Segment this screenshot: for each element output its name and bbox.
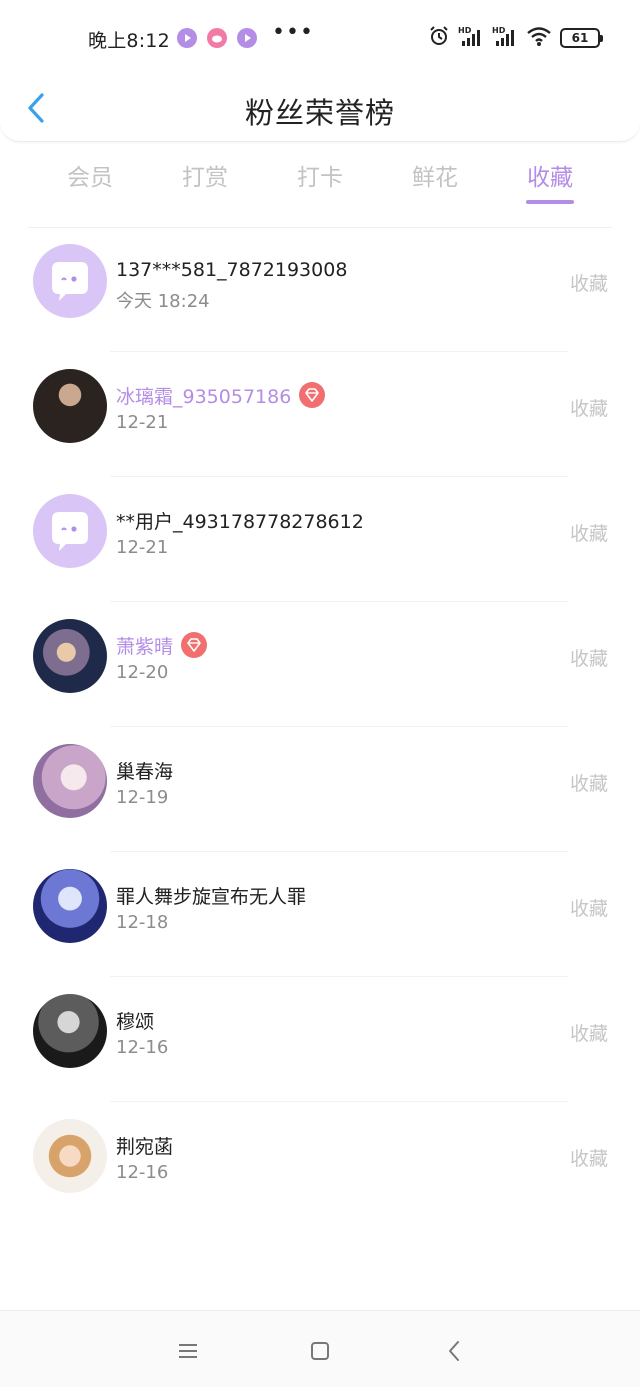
action-label: 收藏	[569, 1148, 608, 1170]
action-label: 收藏	[569, 273, 608, 295]
fan-date: 12-16	[116, 1162, 169, 1183]
tab-flowers[interactable]: 鲜花	[390, 158, 480, 192]
fan-name: 穆颂	[116, 1010, 155, 1033]
system-nav-bar	[0, 1310, 640, 1387]
tab-checkin[interactable]: 打卡	[275, 158, 365, 192]
action-label: 收藏	[569, 523, 608, 545]
video-app-icon	[237, 28, 257, 48]
fan-date: 12-21	[116, 537, 169, 558]
battery-icon: 61	[560, 28, 603, 48]
action-label: 收藏	[569, 898, 608, 920]
action-label: 收藏	[569, 648, 608, 670]
avatar	[33, 994, 107, 1068]
tab-tips[interactable]: 打赏	[160, 158, 250, 192]
list-item[interactable]: **用户_493178778278612 12-21 收藏	[0, 477, 640, 602]
fan-date: 12-19	[116, 787, 169, 808]
back-triangle-icon	[449, 1341, 459, 1361]
hd-signal-icon: HD	[458, 25, 484, 51]
home-button[interactable]	[302, 1333, 338, 1369]
list-item[interactable]: 罪人舞步旋宣布无人罪 12-18 收藏	[0, 852, 640, 977]
list-item[interactable]: 137***581_7872193008 今天 18:24 收藏	[0, 227, 640, 352]
weibo-app-icon	[207, 28, 227, 48]
fan-date: 12-18	[116, 912, 169, 933]
fan-name: 萧紫晴	[116, 635, 174, 658]
active-tab-indicator	[526, 200, 574, 204]
avatar	[33, 1119, 107, 1193]
fan-name: 137***581_7872193008	[116, 259, 348, 281]
fan-date: 12-16	[116, 1037, 169, 1058]
list-item[interactable]: 冰璃霜_935057186 12-21 收藏	[0, 352, 640, 477]
menu-button[interactable]	[170, 1333, 206, 1369]
status-bar: 晚上8:12 ••• HD HD 61	[0, 0, 640, 78]
default-avatar	[33, 244, 107, 318]
svg-text:HD: HD	[492, 26, 506, 35]
fan-date: 今天 18:24	[116, 291, 210, 312]
default-avatar	[33, 494, 107, 568]
menu-icon	[179, 1344, 197, 1358]
action-label: 收藏	[569, 773, 608, 795]
video-app-icon	[177, 28, 197, 48]
tab-members[interactable]: 会员	[45, 158, 135, 192]
header: 粉丝荣誉榜	[0, 78, 640, 142]
avatar	[33, 619, 107, 693]
status-indicators: HD HD 61	[428, 24, 603, 52]
fan-date: 12-20	[116, 662, 169, 683]
wifi-icon	[526, 25, 552, 51]
avatar	[33, 369, 107, 443]
svg-text:HD: HD	[458, 26, 472, 35]
hd-signal-icon: HD	[492, 25, 518, 51]
fan-name: 巢春海	[116, 760, 174, 783]
list-item[interactable]: 荆宛菡 12-16 收藏	[0, 1102, 640, 1227]
page-title: 粉丝荣誉榜	[244, 96, 395, 130]
avatar	[33, 869, 107, 943]
diamond-icon	[181, 632, 208, 658]
list-item[interactable]: 穆颂 12-16 收藏	[0, 977, 640, 1102]
list-item[interactable]: 巢春海 12-19 收藏	[0, 727, 640, 852]
action-label: 收藏	[569, 1023, 608, 1045]
diamond-icon	[299, 382, 326, 408]
status-time: 晚上8:12	[88, 30, 170, 52]
system-back-button[interactable]	[436, 1333, 472, 1369]
fan-name: **用户_493178778278612	[116, 510, 364, 533]
alarm-icon	[428, 25, 450, 51]
home-square-icon	[311, 1342, 329, 1360]
action-label: 收藏	[569, 398, 608, 420]
more-notifications-icon: •••	[272, 20, 314, 45]
tab-favorites[interactable]: 收藏	[505, 158, 595, 192]
fan-date: 12-21	[116, 412, 169, 433]
fan-name: 荆宛菡	[116, 1135, 174, 1158]
avatar	[33, 744, 107, 818]
fan-name: 冰璃霜_935057186	[116, 385, 292, 408]
fan-name: 罪人舞步旋宣布无人罪	[116, 885, 307, 908]
tab-bar: 会员 打赏 打卡 鲜花 收藏	[0, 150, 640, 212]
list-item[interactable]: 萧紫晴 12-20 收藏	[0, 602, 640, 727]
